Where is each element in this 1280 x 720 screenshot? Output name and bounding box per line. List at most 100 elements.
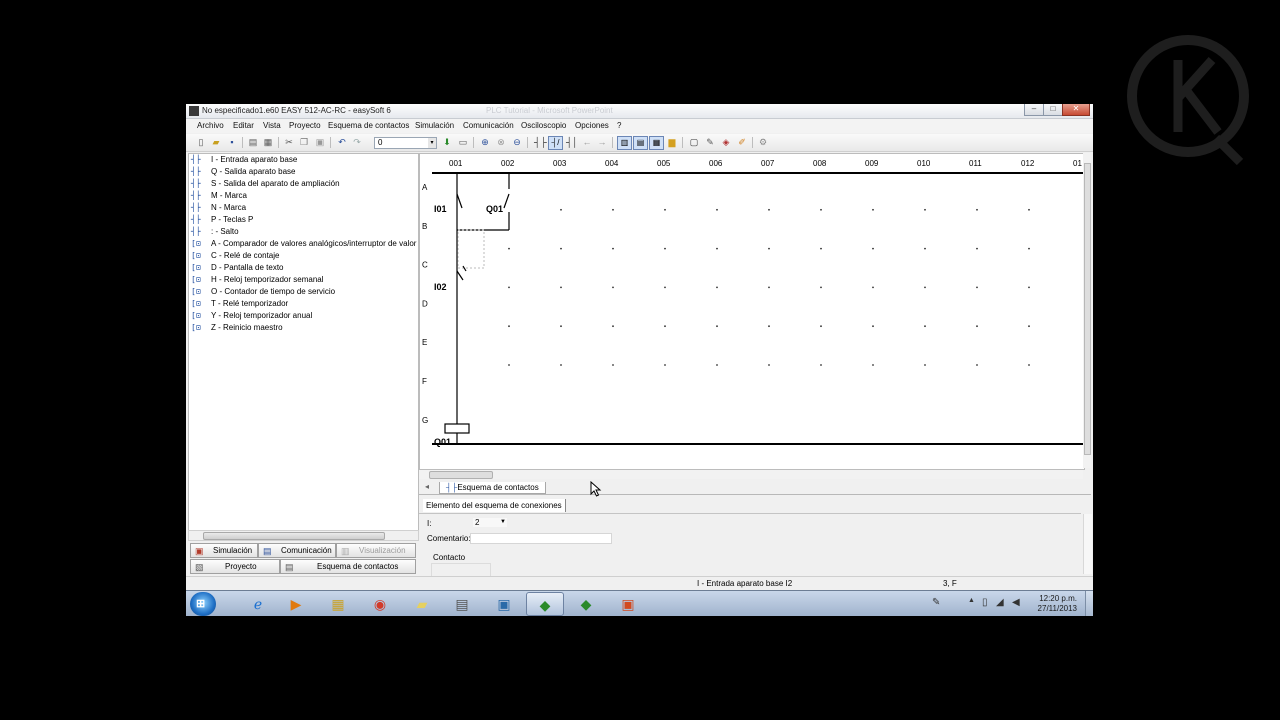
tree-item-i[interactable]: ┤├ I - Entrada aparato base: [191, 155, 297, 167]
sheet-prev-icon[interactable]: ◂: [425, 482, 429, 491]
open-folder-icon[interactable]: ▰: [211, 137, 221, 147]
maximize-button[interactable]: □: [1043, 104, 1063, 116]
layout-2-icon[interactable]: ▤: [633, 136, 648, 150]
grid-dot[interactable]: [872, 247, 874, 250]
grid-dot[interactable]: [612, 247, 614, 250]
tree-item-m[interactable]: ┤├ M - Marca: [191, 191, 247, 203]
grid-dot[interactable]: [820, 364, 822, 366]
tree-item-a[interactable]: [⊡ A - Comparador de valores analógicos/i…: [191, 239, 416, 251]
menu-help[interactable]: ?: [617, 121, 621, 130]
scrollbar-thumb[interactable]: [203, 532, 385, 540]
grid-dot[interactable]: [924, 364, 926, 366]
media-player-icon[interactable]: ▶: [278, 592, 314, 616]
taskbar-clock[interactable]: 12:20 p.m. 27/11/2013: [1038, 594, 1077, 614]
layout-4-icon[interactable]: ▆: [667, 137, 677, 147]
grid-dot[interactable]: [924, 208, 926, 211]
grid-dot[interactable]: [716, 364, 718, 366]
volume-icon[interactable]: ◀: [1012, 597, 1020, 608]
tree-item-p[interactable]: ┤├ P - Teclas P: [191, 215, 253, 227]
grid-dot[interactable]: [820, 286, 822, 289]
scrollbar-thumb[interactable]: [1084, 163, 1091, 455]
grid-dot[interactable]: [768, 286, 770, 289]
undo-icon[interactable]: ↶: [337, 137, 347, 147]
grid-dot[interactable]: [664, 208, 666, 211]
menu-vista[interactable]: Vista: [263, 121, 281, 130]
copy-icon[interactable]: ❐: [299, 137, 309, 147]
properties-scrollbar[interactable]: [1083, 514, 1092, 574]
zoom-in-icon[interactable]: ⊕: [480, 137, 490, 147]
notes-icon[interactable]: ▰: [404, 592, 440, 616]
tab-esquema-de-contactos[interactable]: ▤ Esquema de contactos: [280, 559, 416, 574]
grid-dot[interactable]: [664, 325, 666, 328]
cut-icon[interactable]: ✂: [284, 137, 294, 147]
menu-osciloscopio[interactable]: Osciloscopio: [521, 121, 566, 130]
select-icon[interactable]: ▢: [689, 137, 699, 147]
start-button[interactable]: ⊞: [190, 592, 216, 616]
grid-dot[interactable]: [768, 208, 770, 211]
menu-opciones[interactable]: Opciones: [575, 121, 609, 130]
presentation-icon[interactable]: ▣: [610, 592, 646, 616]
grid-dot[interactable]: [1028, 325, 1030, 328]
toolbar-combo[interactable]: 0 ▾: [374, 137, 437, 149]
grid-dot[interactable]: [820, 247, 822, 250]
erase-icon[interactable]: ◈: [721, 137, 731, 147]
tree-item-h[interactable]: [⊡ H - Reloj temporizador semanal: [191, 275, 324, 287]
tab-comunicacion[interactable]: ▤ Comunicación: [258, 543, 336, 558]
grid-dot[interactable]: [560, 364, 562, 366]
easysoft-taskbar-icon[interactable]: ◆: [526, 592, 564, 616]
grid-dot[interactable]: [612, 286, 614, 289]
menu-simulacion[interactable]: Simulación: [415, 121, 454, 130]
grid-dot[interactable]: [508, 286, 510, 289]
grid-dot[interactable]: [508, 364, 510, 366]
grid-dot[interactable]: [1028, 208, 1030, 211]
menu-editar[interactable]: Editar: [233, 121, 254, 130]
grid-dot[interactable]: [924, 247, 926, 250]
grid-dot[interactable]: [716, 286, 718, 289]
layout-3-icon[interactable]: ▦: [649, 136, 664, 150]
layout-1-icon[interactable]: ▥: [617, 136, 632, 150]
zoom-out-icon[interactable]: ⊖: [512, 137, 522, 147]
monitor-icon[interactable]: ▣: [486, 592, 522, 616]
grid-dot[interactable]: [1028, 286, 1030, 289]
diagram-vertical-scrollbar[interactable]: [1083, 153, 1091, 468]
download-icon[interactable]: ⬇: [442, 137, 452, 147]
properties-tab[interactable]: Elemento del esquema de conexiones: [423, 499, 566, 512]
title-bar[interactable]: No especificado1.e60 EASY 512-AC-RC - ea…: [186, 104, 1093, 119]
grid-dot[interactable]: [872, 286, 874, 289]
contact-nc-icon[interactable]: ┤/: [548, 136, 563, 150]
edit-icon[interactable]: ✎: [705, 137, 715, 147]
menu-esquema-de-contactos[interactable]: Esquema de contactos: [328, 121, 409, 130]
ladder-diagram[interactable]: 001 002 003 004 005 006 007 008 009 010 011 012 01 A…: [419, 153, 1085, 470]
print-icon[interactable]: ▤: [248, 137, 258, 147]
grid-dot[interactable]: [716, 208, 718, 211]
grid-dot[interactable]: [612, 364, 614, 366]
tree-item-salto[interactable]: ┤├: - Salto: [191, 227, 239, 239]
menu-proyecto[interactable]: Proyecto: [289, 121, 321, 130]
tree-item-d[interactable]: [⊡ D - Pantalla de texto: [191, 263, 283, 275]
menu-archivo[interactable]: Archivo: [197, 121, 224, 130]
grid-dot[interactable]: [924, 325, 926, 328]
grid-dot[interactable]: [976, 286, 978, 289]
tree-item-s[interactable]: ┤├ S - Salida del aparato de ampliación: [191, 179, 340, 191]
tab-simulacion[interactable]: ▣ Simulación: [190, 543, 258, 558]
tree-item-t[interactable]: [⊡ T - Relé temporizador: [191, 299, 288, 311]
chevron-down-icon[interactable]: ▼: [499, 518, 507, 527]
save-icon[interactable]: ▪: [227, 137, 237, 147]
grid-dot[interactable]: [1028, 364, 1030, 366]
grid-dot[interactable]: [820, 208, 822, 211]
minimize-button[interactable]: –: [1024, 104, 1044, 116]
grid-dot[interactable]: [508, 247, 510, 250]
tab-visualizacion[interactable]: ▥ Visualización: [336, 543, 416, 558]
tree-item-z[interactable]: [⊡ Z - Reinicio maestro: [191, 323, 283, 335]
chevron-down-icon[interactable]: ▾: [428, 138, 436, 148]
close-button[interactable]: ✕: [1062, 104, 1090, 116]
grid-dot[interactable]: [716, 247, 718, 250]
grid-dot[interactable]: [976, 208, 978, 211]
tree-item-o[interactable]: [⊡ O - Contador de tiempo de servicio: [191, 287, 335, 299]
grid-dot[interactable]: [560, 247, 562, 250]
menu-comunicacion[interactable]: Comunicación: [463, 121, 514, 130]
tree-item-y[interactable]: [⊡ Y - Reloj temporizador anual: [191, 311, 312, 323]
grid-dot[interactable]: [1028, 247, 1030, 250]
i-select[interactable]: 2 ▼: [473, 518, 507, 527]
grid-dot[interactable]: [768, 364, 770, 366]
